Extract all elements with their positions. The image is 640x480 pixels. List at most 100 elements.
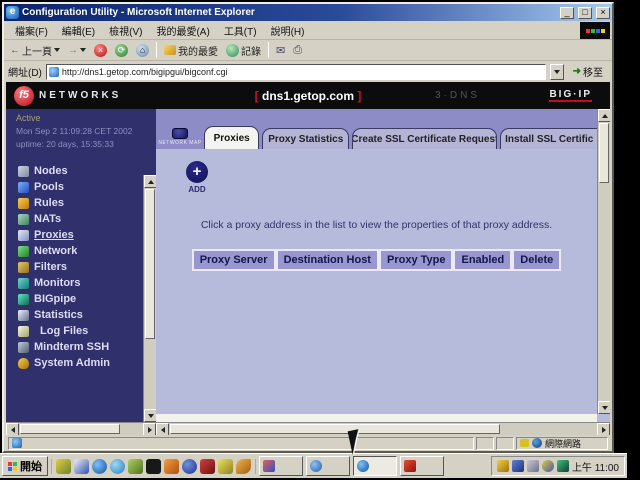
taskbar: 開始 (0, 453, 627, 478)
menu-view[interactable]: 檢視(V) (102, 21, 149, 40)
show-desktop-icon[interactable] (56, 459, 71, 474)
main-scroll-thumb[interactable] (599, 123, 609, 183)
keys-icon[interactable] (218, 459, 233, 474)
forward-dropdown-icon[interactable] (80, 48, 86, 52)
favorites-button[interactable]: 我的最愛 (161, 42, 221, 59)
volume-icon[interactable] (497, 460, 509, 472)
sidebar-item-mindterm[interactable]: Mindterm SSH (6, 339, 156, 355)
taskbar-clock[interactable]: 上午 11:00 (572, 459, 619, 474)
tab-proxies[interactable]: Proxies (204, 126, 259, 149)
browser2-icon[interactable] (236, 459, 251, 474)
sidebar-item-filters[interactable]: Filters (6, 259, 156, 275)
task-button-2[interactable] (306, 456, 350, 476)
menu-tools[interactable]: 工具(T) (217, 21, 264, 40)
home-button[interactable]: ⌂ (133, 43, 152, 58)
scroll-down-icon[interactable] (598, 401, 610, 414)
antivirus-icon[interactable] (557, 460, 569, 472)
scheduler-icon[interactable] (542, 460, 554, 472)
back-dropdown-icon[interactable] (54, 48, 60, 52)
sidebar-scroll-thumb[interactable] (145, 189, 155, 339)
mail-icon: ✉ (276, 44, 285, 57)
sidebar-item-sysadmin[interactable]: System Admin (6, 355, 156, 371)
menu-edit[interactable]: 編輯(E) (55, 21, 102, 40)
sidebar-item-bigpipe[interactable]: BIGpipe (6, 291, 156, 307)
address-dropdown-button[interactable] (550, 64, 564, 80)
ie-quicklaunch-icon[interactable] (92, 459, 107, 474)
add-icon: + (186, 161, 208, 183)
back-button[interactable]: ← 上一頁 (7, 42, 63, 59)
outlook-icon[interactable] (74, 459, 89, 474)
sidebar-item-nats[interactable]: NATs (6, 211, 156, 227)
task-button-ie-active[interactable] (353, 456, 397, 476)
tab-proxy-statistics[interactable]: Proxy Statistics (262, 128, 349, 149)
editor-icon[interactable] (164, 459, 179, 474)
menu-help[interactable]: 說明(H) (264, 21, 312, 40)
tab-create-ssl-cert-request[interactable]: Create SSL Certificate Request (352, 128, 497, 149)
sidebar-item-monitors[interactable]: Monitors (6, 275, 156, 291)
sidebar-scrollbar[interactable] (143, 175, 156, 422)
menu-favorites[interactable]: 我的最愛(A) (149, 21, 216, 40)
column-proxy-server[interactable]: Proxy Server (192, 249, 276, 271)
main-hscrollbar[interactable] (156, 422, 610, 435)
menu-file[interactable]: 檔案(F) (8, 21, 55, 40)
address-bar: 網址(D) http://dns1.getop.com/bigipgui/big… (4, 61, 612, 82)
unit-status: Active (6, 109, 156, 123)
favorites-icon (164, 45, 176, 55)
scroll-left-icon[interactable] (6, 423, 19, 435)
windows-logo-icon (8, 462, 17, 471)
close-button[interactable]: × (596, 7, 610, 19)
sidebar-item-logfiles[interactable]: Log Files (6, 323, 156, 339)
display-icon[interactable] (512, 460, 524, 472)
sidebar-item-rules[interactable]: Rules (6, 195, 156, 211)
minimize-button[interactable]: _ (560, 7, 574, 19)
scroll-right-icon[interactable] (597, 423, 610, 435)
sidebar-item-network[interactable]: Network (6, 243, 156, 259)
column-proxy-type[interactable]: Proxy Type (379, 249, 454, 271)
mail-button[interactable]: ✉ (273, 43, 288, 58)
media-icon[interactable] (128, 459, 143, 474)
start-button[interactable]: 開始 (2, 456, 48, 476)
tab-install-ssl-cert[interactable]: Install SSL Certific (500, 128, 597, 149)
msn-icon[interactable] (110, 459, 125, 474)
sidebar-item-pools[interactable]: Pools (6, 179, 156, 195)
sidebar-hscroll-thumb[interactable] (20, 424, 120, 434)
task-button-1[interactable] (259, 456, 303, 476)
console-icon[interactable] (146, 459, 161, 474)
stop-button[interactable]: × (91, 43, 110, 58)
print-button[interactable]: ⎙ (290, 43, 305, 58)
toolbar-separator (268, 42, 269, 58)
proxy-table-header: Proxy Server Destination Host Proxy Type… (156, 249, 597, 271)
address-input[interactable]: http://dns1.getop.com/bigipgui/bigconf.c… (46, 64, 546, 80)
forward-button[interactable]: → (65, 44, 89, 57)
network-map-button[interactable]: NETWORK MAP (156, 128, 204, 149)
globe-icon[interactable] (182, 459, 197, 474)
acrobat-icon[interactable] (200, 459, 215, 474)
main-hscroll-thumb[interactable] (170, 424, 500, 434)
column-delete[interactable]: Delete (512, 249, 561, 271)
address-url[interactable]: http://dns1.getop.com/bigipgui/bigconf.c… (62, 67, 228, 77)
refresh-button[interactable]: ⟳ (112, 43, 131, 58)
main-scrollbar[interactable] (597, 109, 610, 414)
history-button[interactable]: 記錄 (223, 42, 264, 59)
network-tray-icon[interactable] (527, 460, 539, 472)
scroll-left-icon[interactable] (156, 423, 169, 435)
titlebar[interactable]: e Configuration Utility - Microsoft Inte… (4, 4, 612, 21)
add-proxy-button[interactable]: + ADD (174, 161, 220, 194)
status-bar: 網際網路 (6, 435, 610, 451)
column-destination-host[interactable]: Destination Host (276, 249, 379, 271)
scroll-up-icon[interactable] (598, 109, 610, 122)
toolbar-separator (156, 42, 157, 58)
sidebar-hscrollbar[interactable] (6, 422, 156, 435)
product-bigip-label: BIG·IP (549, 89, 592, 102)
sidebar-item-nodes[interactable]: Nodes (6, 163, 156, 179)
maximize-button[interactable]: □ (578, 7, 592, 19)
column-enabled[interactable]: Enabled (453, 249, 512, 271)
task-button-4[interactable] (400, 456, 444, 476)
bigpipe-icon (18, 294, 29, 305)
sidebar: Active Mon Sep 2 11:09:28 CET 2002 uptim… (6, 109, 156, 435)
go-button[interactable]: ➜ 移至 (568, 62, 608, 81)
scroll-right-icon[interactable] (143, 423, 156, 435)
app-icon-2 (310, 460, 322, 472)
sidebar-item-statistics[interactable]: Statistics (6, 307, 156, 323)
sidebar-item-proxies[interactable]: Proxies (6, 227, 156, 243)
